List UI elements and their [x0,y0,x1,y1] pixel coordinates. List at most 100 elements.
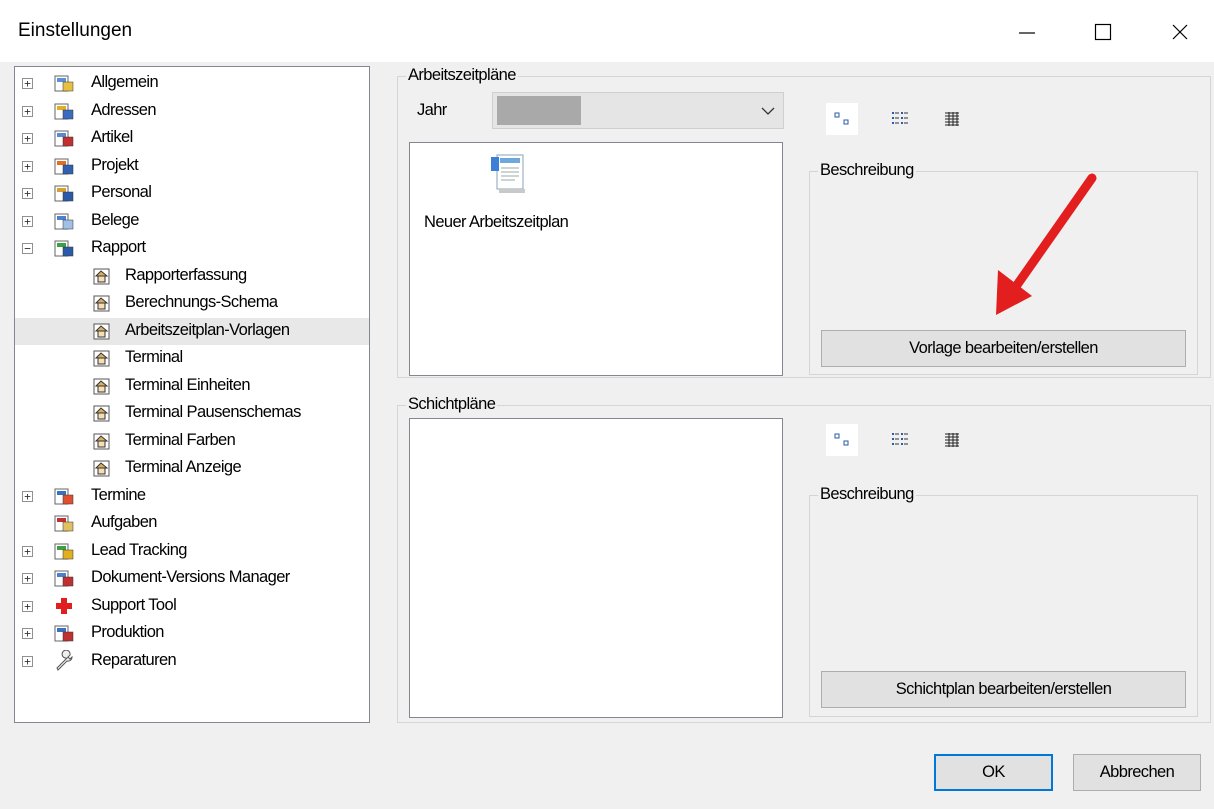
tasks-icon [54,515,74,532]
expand-toggle[interactable]: + [22,133,33,144]
tree-item-label: Berechnungs-Schema [125,293,278,311]
shift-schedules-legend: Schichtpläne [406,395,498,414]
minimize-button[interactable] [1005,10,1049,54]
work-schedule-description-legend: Beschreibung [818,161,916,180]
tree-item-label: Support Tool [91,595,177,614]
tree-item-label: Terminal Pausenschemas [125,403,301,421]
close-button[interactable] [1158,10,1202,54]
property-page-icon [93,323,110,339]
wrench-icon [56,649,73,671]
details-view-icon [945,112,959,126]
settings-edit-icon [54,75,74,92]
address-book-icon [54,103,74,119]
tree-item-label: Aufgaben [91,513,157,531]
tree-item-label: Produktion [91,623,164,641]
shift-schedule-list[interactable] [409,418,783,718]
maximize-icon [1094,23,1112,41]
details-view-button[interactable] [936,103,968,135]
tree-item-label: Dokument-Versions Manager [91,568,290,586]
settings-tree[interactable]: + Allgemein + Adressen + Artikel + Projekt + Pers… [14,66,370,723]
tree-item-label: Terminal Einheiten [125,375,251,394]
project-icon [54,158,74,174]
expand-toggle[interactable]: + [22,215,33,227]
lead-tracking-icon [54,543,74,559]
details-view-icon [945,433,959,447]
tree-item[interactable]: Terminal Pausenschemas [15,400,369,427]
tree-item[interactable]: − Rapport [15,235,369,262]
minimize-icon [1019,32,1035,34]
large-icons-view-button[interactable] [826,103,858,135]
tree-item[interactable]: + Allgemein [15,70,369,97]
tree-item-label: Rapport [91,238,146,256]
new-schedule-icon [491,154,525,193]
property-page-icon [93,405,110,422]
tree-item[interactable]: + Artikel [15,125,369,152]
cancel-button[interactable]: Abbrechen [1073,754,1201,791]
tree-item[interactable]: Terminal [15,345,369,372]
tree-item[interactable]: + Lead Tracking [15,538,369,565]
ok-button[interactable]: OK [934,754,1053,791]
shift-large-icons-view-button[interactable] [826,424,858,456]
maximize-button[interactable] [1081,10,1125,54]
expand-toggle[interactable]: + [22,105,33,117]
tree-item[interactable]: Aufgaben [15,510,369,537]
tree-item[interactable]: + Belege [15,208,369,235]
work-schedule-list[interactable]: Neuer Arbeitszeitplan [409,142,783,376]
tree-item[interactable]: + Reparaturen [15,648,369,675]
tree-item[interactable]: + Support Tool [15,593,369,620]
tree-item[interactable]: + Projekt [15,153,369,180]
settings-window: Einstellungen + Allgemein + Adressen + Artike… [0,0,1214,809]
edit-template-button[interactable]: Vorlage bearbeiten/erstellen [821,330,1186,367]
expand-toggle[interactable]: + [22,188,33,199]
tree-item[interactable]: + Produktion [15,620,369,647]
property-page-icon [93,295,110,312]
expand-toggle[interactable]: + [22,78,33,89]
article-icon [54,130,74,147]
expand-toggle[interactable]: + [22,160,33,172]
expand-toggle[interactable]: + [22,545,33,557]
close-icon [1172,24,1188,40]
tree-item[interactable]: Rapporterfassung [15,263,369,290]
documents-icon [54,213,74,229]
list-view-button[interactable] [884,103,916,135]
property-page-icon [93,378,110,394]
expand-toggle[interactable]: + [22,490,33,502]
tree-item[interactable]: Terminal Anzeige [15,455,369,482]
shift-details-view-button[interactable] [936,424,968,456]
title-bar: Einstellungen [0,0,1214,62]
tree-item[interactable]: + Personal [15,180,369,207]
property-page-icon [93,268,110,284]
expand-toggle[interactable]: + [22,573,33,584]
report-icon [54,240,74,257]
tree-item-label: Adressen [91,100,157,119]
tree-item-label: Projekt [91,155,139,174]
support-cross-icon [56,597,72,614]
list-view-icon [892,433,908,445]
tree-item[interactable]: Arbeitszeitplan-Vorlagen [15,317,369,345]
tree-item[interactable]: Terminal Einheiten [15,373,369,400]
expand-toggle[interactable]: + [22,600,33,612]
list-item-label: Neuer Arbeitszeitplan [424,213,569,231]
list-item[interactable]: Neuer Arbeitszeitplan [410,143,610,243]
tree-item-label: Terminal [125,348,183,366]
collapse-toggle[interactable]: − [22,243,33,254]
tree-item[interactable]: + Dokument-Versions Manager [15,565,369,592]
window-title: Einstellungen [18,20,133,41]
shift-list-view-button[interactable] [884,424,916,456]
personnel-icon [54,185,74,202]
expand-toggle[interactable]: + [22,655,33,667]
large-icons-view-icon [834,112,849,125]
chevron-down-icon [761,107,775,115]
tree-item[interactable]: Berechnungs-Schema [15,290,369,317]
tree-item-label: Reparaturen [91,650,177,669]
property-page-icon [93,433,110,449]
tree-item-label: Rapporterfassung [125,265,247,284]
tree-item[interactable]: + Adressen [15,98,369,125]
year-select[interactable] [492,92,784,129]
edit-shift-plan-button[interactable]: Schichtplan bearbeiten/erstellen [821,671,1186,708]
tree-item-label: Lead Tracking [91,540,187,559]
tree-item[interactable]: + Termine [15,483,369,510]
tree-item[interactable]: Terminal Farben [15,428,369,455]
expand-toggle[interactable]: + [22,628,33,639]
tree-item-label: Belege [91,210,139,229]
